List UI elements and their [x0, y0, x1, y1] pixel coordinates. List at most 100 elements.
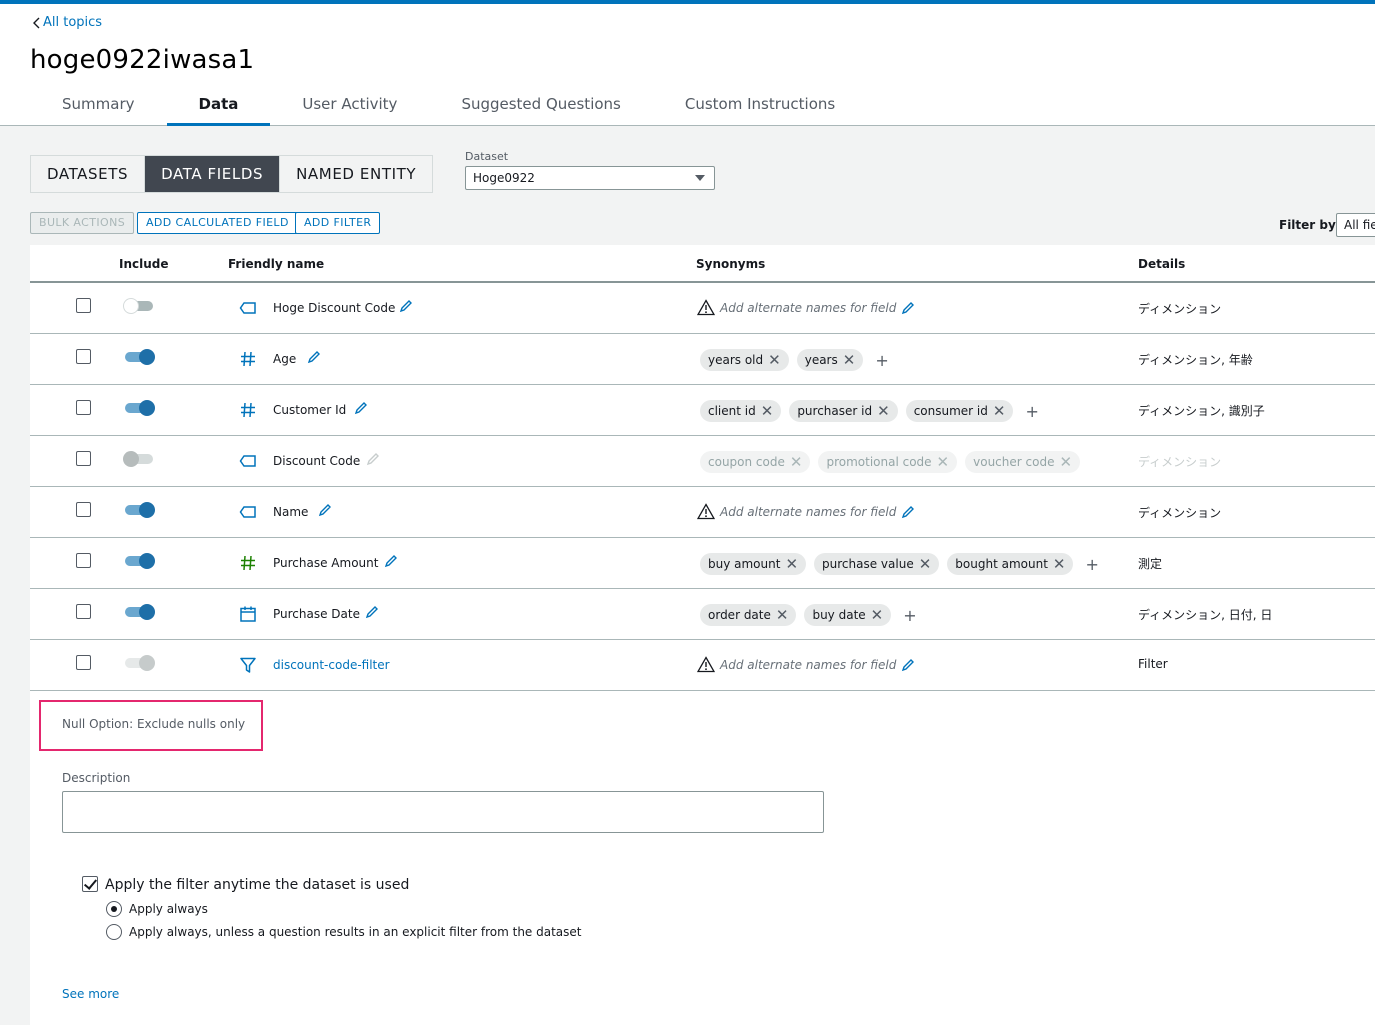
field-details: ディメンション, 識別子	[1138, 404, 1265, 418]
dimension-tag-icon	[239, 302, 256, 314]
see-more-link[interactable]: See more	[62, 987, 119, 1001]
include-toggle[interactable]	[123, 298, 153, 314]
row-select-checkbox[interactable]	[76, 400, 91, 415]
edit-pencil-icon[interactable]	[365, 605, 379, 619]
calendar-icon	[240, 606, 256, 622]
remove-icon[interactable]: ✕	[768, 350, 781, 370]
include-toggle[interactable]	[125, 655, 155, 671]
add-calculated-field-button[interactable]: ADD CALCULATED FIELD	[137, 212, 298, 234]
table-row: Purchase Date order date ✕ buy date ✕ + ディ…	[30, 589, 1375, 640]
row-select-checkbox[interactable]	[76, 553, 91, 568]
edit-pencil-icon[interactable]	[901, 301, 915, 315]
row-select-checkbox[interactable]	[76, 298, 91, 313]
row-select-checkbox[interactable]	[76, 349, 91, 364]
include-toggle[interactable]	[125, 400, 155, 416]
edit-pencil-icon[interactable]	[307, 350, 321, 364]
add-synonym-prompt[interactable]: Add alternate names for field	[697, 656, 915, 673]
remove-icon[interactable]: ✕	[937, 452, 950, 472]
hash-icon	[241, 351, 255, 367]
add-filter-button[interactable]: ADD FILTER	[295, 212, 381, 234]
field-details: 測定	[1138, 557, 1163, 571]
radio-apply-unless-explicit-label: Apply always, unless a question results …	[129, 925, 582, 939]
tab-suggested-questions[interactable]: Suggested Questions	[429, 89, 652, 126]
remove-icon[interactable]: ✕	[776, 605, 789, 625]
remove-icon[interactable]: ✕	[919, 554, 932, 574]
include-toggle[interactable]	[125, 349, 155, 365]
add-synonym-text: Add alternate names for field	[720, 300, 897, 315]
remove-icon[interactable]: ✕	[993, 401, 1006, 421]
field-details: ディメンション, 年齢	[1138, 353, 1253, 367]
topic-tabs: Summary Data User Activity Suggested Que…	[30, 89, 867, 126]
remove-icon[interactable]: ✕	[871, 605, 884, 625]
add-synonym-plus-icon[interactable]: +	[871, 351, 888, 370]
filter-name-link[interactable]: discount-code-filter	[273, 658, 390, 672]
synonym-chips: order date ✕ buy date ✕ +	[700, 604, 917, 626]
table-row: Hoge Discount Code Add alternate names f…	[30, 283, 1375, 334]
filter-by-select[interactable]: All fie	[1336, 213, 1375, 237]
synonym-chip: promotional code ✕	[818, 451, 958, 473]
add-synonym-text: Add alternate names for field	[720, 657, 897, 672]
include-toggle[interactable]	[125, 553, 155, 569]
radio-apply-always-label: Apply always	[129, 902, 208, 916]
edit-pencil-icon[interactable]	[399, 299, 413, 313]
edit-pencil-icon[interactable]	[366, 452, 380, 466]
remove-icon[interactable]: ✕	[785, 554, 798, 574]
back-link-all-topics[interactable]: All topics	[32, 15, 102, 30]
synonym-chips: buy amount ✕ purchase value ✕ bought amoun…	[700, 553, 1099, 575]
remove-icon[interactable]: ✕	[843, 350, 856, 370]
apply-filter-checkbox[interactable]	[82, 876, 98, 892]
synonym-chip: purchaser id ✕	[789, 400, 898, 422]
include-toggle[interactable]	[125, 604, 155, 620]
dataset-select[interactable]: Hoge0922	[465, 166, 715, 190]
bulk-actions-button[interactable]: BULK ACTIONS	[30, 212, 135, 234]
add-synonym-plus-icon[interactable]: +	[899, 606, 916, 625]
remove-icon[interactable]: ✕	[761, 401, 774, 421]
row-select-checkbox[interactable]	[76, 451, 91, 466]
description-input[interactable]	[62, 791, 824, 833]
dataset-label: Dataset	[465, 150, 509, 163]
remove-icon[interactable]: ✕	[1053, 554, 1066, 574]
remove-icon[interactable]: ✕	[877, 401, 890, 421]
add-synonym-prompt[interactable]: Add alternate names for field	[697, 503, 915, 520]
add-synonym-plus-icon[interactable]: +	[1081, 555, 1098, 574]
synonym-chip: coupon code ✕	[700, 451, 811, 473]
edit-pencil-icon[interactable]	[384, 554, 398, 568]
radio-apply-always[interactable]	[106, 901, 122, 917]
segment-named-entity[interactable]: NAMED ENTITY	[280, 156, 432, 192]
row-select-checkbox[interactable]	[76, 604, 91, 619]
edit-pencil-icon[interactable]	[901, 505, 915, 519]
add-synonym-plus-icon[interactable]: +	[1021, 402, 1038, 421]
synonym-chips: coupon code ✕ promotional code ✕ voucher c…	[700, 451, 1081, 473]
synonym-label: years old	[708, 353, 764, 367]
synonym-chip: years old ✕	[700, 349, 789, 371]
add-synonym-prompt[interactable]: Add alternate names for field	[697, 299, 915, 316]
table-row: Discount Code coupon code ✕ promotional c…	[30, 436, 1375, 487]
tab-data[interactable]: Data	[166, 89, 271, 126]
warning-icon	[697, 503, 715, 520]
segment-data-fields[interactable]: DATA FIELDS	[145, 156, 281, 192]
row-select-checkbox[interactable]	[76, 655, 91, 670]
include-toggle[interactable]	[125, 502, 155, 518]
warning-icon	[697, 299, 715, 316]
synonym-chip: client id ✕	[700, 400, 782, 422]
tab-user-activity[interactable]: User Activity	[270, 89, 429, 126]
include-toggle[interactable]	[123, 451, 153, 467]
radio-apply-unless-explicit[interactable]	[106, 924, 122, 940]
remove-icon[interactable]: ✕	[790, 452, 803, 472]
synonym-label: consumer id	[913, 404, 988, 418]
edit-pencil-icon[interactable]	[354, 401, 368, 415]
synonym-chip: order date ✕	[700, 604, 797, 626]
tab-summary[interactable]: Summary	[30, 89, 167, 126]
table-row: Name Add alternate names for field ディメンシ…	[30, 487, 1375, 538]
edit-pencil-icon[interactable]	[901, 658, 915, 672]
field-details: Filter	[1138, 657, 1168, 671]
field-name: Name	[273, 505, 309, 519]
segment-datasets[interactable]: DATASETS	[31, 156, 146, 192]
remove-icon[interactable]: ✕	[1059, 452, 1072, 472]
edit-pencil-icon[interactable]	[318, 503, 332, 517]
synonym-label: buy date	[812, 608, 866, 622]
row-select-checkbox[interactable]	[76, 502, 91, 517]
field-name: Discount Code	[273, 454, 361, 468]
column-friendly-name: Friendly name	[228, 257, 325, 271]
tab-custom-instructions[interactable]: Custom Instructions	[653, 89, 867, 126]
